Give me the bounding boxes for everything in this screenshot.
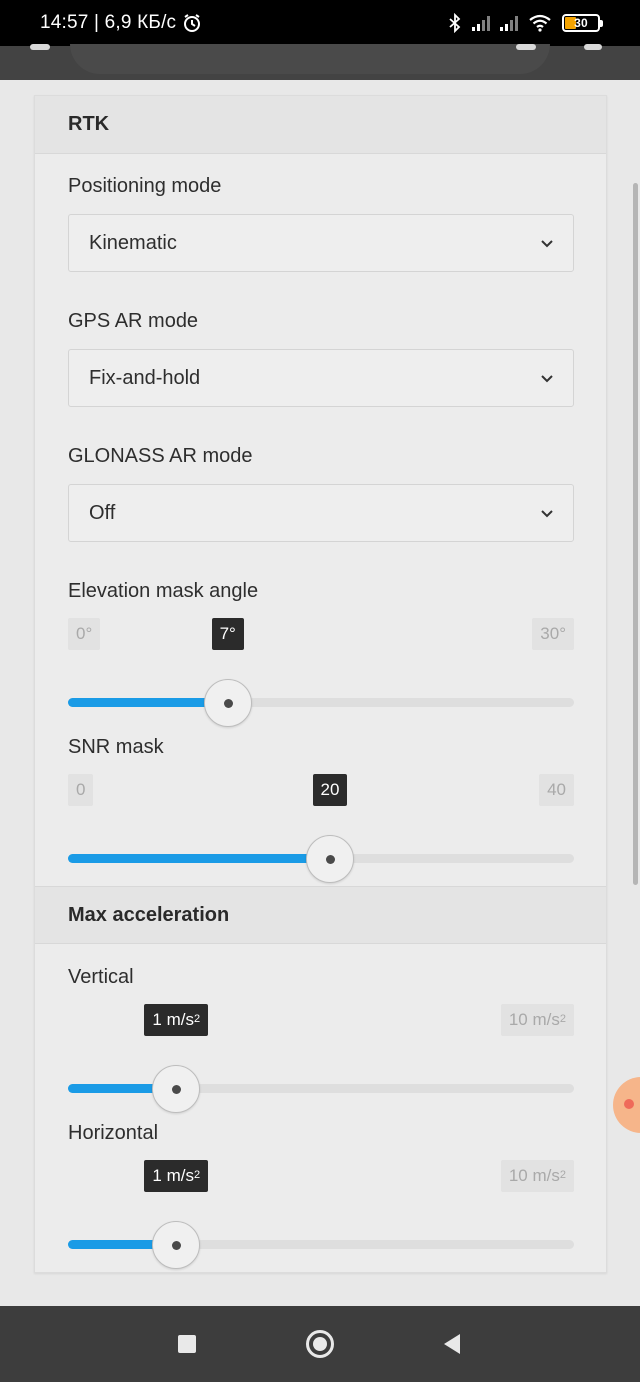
circle-icon (306, 1330, 334, 1358)
rtk-section-header: RTK (35, 96, 606, 154)
snr-mask-label: SNR mask (68, 736, 164, 758)
slider-track[interactable] (68, 1084, 574, 1093)
slider-current-value: 7° (211, 618, 244, 650)
floating-bubble-icon[interactable] (613, 1077, 640, 1133)
positioning-mode-select[interactable]: Kinematic (68, 214, 574, 272)
unit-exponent: 2 (559, 1013, 566, 1025)
slider-current-value: 1 m/s 2 (144, 1004, 209, 1036)
slider-fill (68, 854, 330, 863)
navigation-bar (0, 1306, 640, 1382)
chevron-down-icon (541, 240, 553, 248)
slider-max-label-text: 10 m/s (508, 1010, 560, 1029)
unit-exponent: 2 (193, 1013, 201, 1025)
chevron-down-icon (541, 510, 553, 518)
elevation-mask-slider[interactable]: 0° 7° 30° (68, 618, 574, 738)
positioning-mode-value: Kinematic (89, 231, 177, 254)
max-acceleration-section-header: Max acceleration (35, 886, 606, 944)
gps-ar-mode-value: Fix-and-hold (89, 366, 201, 389)
horizontal-label: Horizontal (68, 1122, 159, 1144)
slider-min-label: 0° (68, 618, 101, 650)
home-button[interactable] (302, 1326, 338, 1362)
app-header (0, 44, 640, 80)
slider-handle[interactable] (306, 835, 354, 883)
elevation-mask-label: Elevation mask angle (68, 580, 259, 602)
slider-track[interactable] (68, 698, 574, 707)
slider-handle[interactable] (152, 1221, 201, 1269)
slider-current-value: 20 (312, 774, 348, 806)
recents-button[interactable] (169, 1326, 205, 1362)
slider-handle[interactable] (152, 1065, 201, 1113)
rtk-section-title: RTK (68, 113, 110, 135)
gps-ar-mode-label: GPS AR mode (68, 310, 199, 332)
square-icon (178, 1335, 196, 1353)
slider-max-label: 10 m/s 2 (500, 1160, 574, 1192)
horizontal-slider[interactable]: 1 m/s 2 10 m/s 2 (68, 1160, 574, 1280)
settings-card: RTK Positioning mode Kinematic GPS AR mo… (34, 95, 607, 1273)
slider-max-label-text: 10 m/s (508, 1166, 560, 1185)
signal-2-icon (500, 15, 518, 31)
status-time: 14:57 | 6,9 КБ/с (40, 12, 177, 33)
alarm-clock-icon (184, 14, 201, 32)
slider-min-label: 0 (68, 774, 94, 806)
glonass-ar-mode-label: GLONASS AR mode (68, 445, 253, 467)
chevron-down-icon (541, 375, 553, 383)
vertical-slider[interactable]: 1 m/s 2 10 m/s 2 (68, 1004, 574, 1124)
slider-max-label: 30° (532, 618, 574, 650)
status-bar: 14:57 | 6,9 КБ/с 30 (0, 0, 640, 46)
unit-exponent: 2 (193, 1169, 201, 1181)
wifi-icon (529, 14, 551, 32)
battery-icon: 30 (562, 14, 603, 32)
unit-exponent: 2 (559, 1169, 566, 1181)
signal-1-icon (472, 15, 490, 31)
slider-max-label: 40 (539, 774, 574, 806)
positioning-mode-label: Positioning mode (68, 175, 222, 197)
bluetooth-icon (449, 13, 461, 33)
back-button[interactable] (434, 1326, 470, 1362)
slider-handle[interactable] (203, 679, 252, 727)
menu-icon[interactable] (30, 44, 50, 50)
snr-mask-slider[interactable]: 0 20 40 (68, 774, 574, 894)
slider-track[interactable] (68, 1240, 574, 1249)
slider-max-label: 10 m/s 2 (500, 1004, 574, 1036)
gps-ar-mode-select[interactable]: Fix-and-hold (68, 349, 574, 407)
scrollbar[interactable] (633, 183, 638, 885)
header-action-icon[interactable] (516, 44, 536, 50)
glonass-ar-mode-select[interactable]: Off (68, 484, 574, 542)
slider-current-value-text: 1 m/s (152, 1010, 194, 1029)
triangle-back-icon (444, 1334, 460, 1354)
vertical-label: Vertical (68, 966, 134, 988)
glonass-ar-mode-value: Off (89, 501, 116, 524)
header-more-icon[interactable] (584, 44, 602, 50)
app-header-pill (70, 44, 550, 74)
slider-current-value-text: 1 m/s (152, 1166, 194, 1185)
max-acceleration-section-title: Max acceleration (68, 903, 230, 926)
slider-current-value: 1 m/s 2 (144, 1160, 209, 1192)
